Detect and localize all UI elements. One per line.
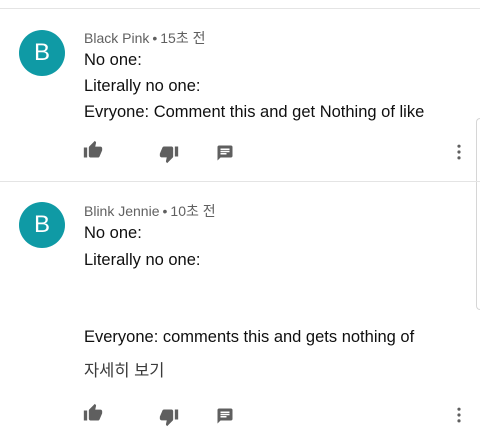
thumb-up-icon xyxy=(83,140,103,160)
more-vert-icon xyxy=(449,142,469,162)
thumb-down-icon xyxy=(159,144,179,164)
avatar[interactable]: B xyxy=(19,202,65,248)
reply-button[interactable] xyxy=(213,141,237,165)
dislike-button[interactable] xyxy=(157,142,181,166)
read-more-link[interactable]: 자세히 보기 xyxy=(84,357,164,381)
comment-text-line: Evryone: Comment this and get Nothing of… xyxy=(84,103,425,121)
comment-text-line: Literally no one: xyxy=(84,77,201,95)
meta-separator: • xyxy=(162,203,168,219)
author-name[interactable]: Blink Jennie xyxy=(84,203,160,219)
more-vert-icon xyxy=(449,405,469,425)
like-button[interactable] xyxy=(81,138,105,162)
more-options-button[interactable] xyxy=(447,403,471,427)
comment-item: B Blink Jennie • 10초 전 No one: Literally n… xyxy=(0,181,480,428)
comment-text-line: Everyone: comments this and gets nothing… xyxy=(84,328,415,346)
thumb-down-icon xyxy=(159,407,179,427)
author-name[interactable]: Black Pink xyxy=(84,30,149,46)
comment-text-line: Literally no one: xyxy=(84,251,201,269)
avatar[interactable]: B xyxy=(19,30,65,76)
reply-icon xyxy=(216,407,234,425)
more-options-button[interactable] xyxy=(447,140,471,164)
meta-separator: • xyxy=(152,30,158,46)
dislike-button[interactable] xyxy=(157,405,181,429)
timestamp: 15초 전 xyxy=(160,30,206,46)
comment-text-line: No one: xyxy=(84,224,142,242)
reply-button[interactable] xyxy=(213,404,237,428)
comment-meta: Black Pink • 15초 전 xyxy=(84,28,206,48)
comment-meta: Blink Jennie • 10초 전 xyxy=(84,201,216,221)
thumb-up-icon xyxy=(83,403,103,423)
like-button[interactable] xyxy=(81,401,105,425)
comment-item: B Black Pink • 15초 전 No one: Literally no … xyxy=(0,0,480,181)
comment-text-line: No one: xyxy=(84,51,142,69)
reply-icon xyxy=(216,144,234,162)
timestamp: 10초 전 xyxy=(170,203,216,219)
